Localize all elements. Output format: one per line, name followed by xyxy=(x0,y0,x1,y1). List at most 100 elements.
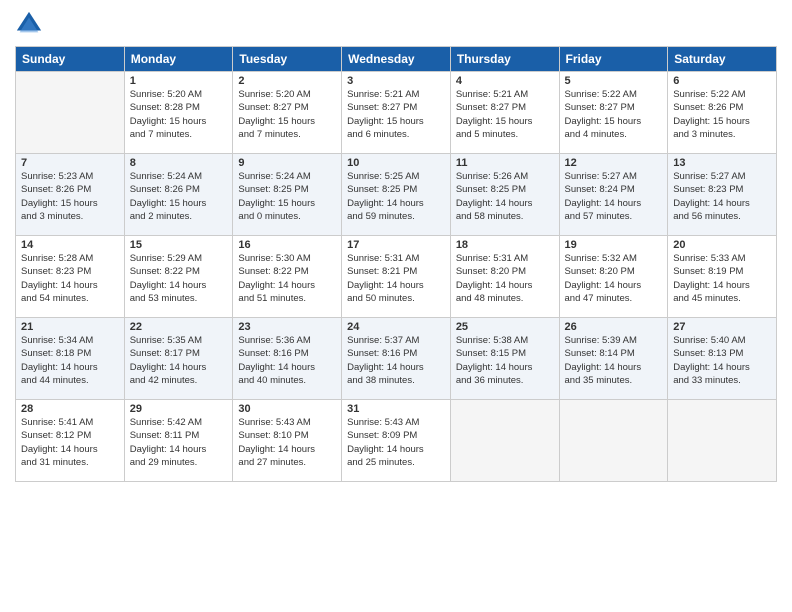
day-info-line: Sunrise: 5:24 AM xyxy=(130,171,202,182)
day-info-line: Sunset: 8:24 PM xyxy=(565,184,635,195)
day-info-line: and 3 minutes. xyxy=(673,129,735,140)
day-number: 13 xyxy=(673,157,771,169)
day-info-line: Daylight: 15 hours xyxy=(673,116,750,127)
day-info-line: and 58 minutes. xyxy=(456,211,524,222)
day-number: 2 xyxy=(238,75,336,87)
day-info-line: and 44 minutes. xyxy=(21,375,89,386)
day-info: Sunrise: 5:31 AMSunset: 8:20 PMDaylight:… xyxy=(456,252,554,305)
calendar-day-cell: 7Sunrise: 5:23 AMSunset: 8:26 PMDaylight… xyxy=(16,154,125,236)
calendar-day-cell: 4Sunrise: 5:21 AMSunset: 8:27 PMDaylight… xyxy=(450,72,559,154)
day-info-line: Daylight: 14 hours xyxy=(347,198,424,209)
day-info-line: Daylight: 15 hours xyxy=(347,116,424,127)
day-info-line: and 35 minutes. xyxy=(565,375,633,386)
day-info: Sunrise: 5:40 AMSunset: 8:13 PMDaylight:… xyxy=(673,334,771,387)
day-info-line: Sunset: 8:16 PM xyxy=(347,348,417,359)
day-info-line: Sunrise: 5:37 AM xyxy=(347,335,419,346)
day-info-line: Sunrise: 5:21 AM xyxy=(456,89,528,100)
day-info-line: Daylight: 14 hours xyxy=(130,280,207,291)
day-info-line: Sunrise: 5:39 AM xyxy=(565,335,637,346)
calendar-day-cell xyxy=(450,400,559,482)
day-number: 24 xyxy=(347,321,445,333)
calendar-day-cell: 30Sunrise: 5:43 AMSunset: 8:10 PMDayligh… xyxy=(233,400,342,482)
day-number: 22 xyxy=(130,321,228,333)
day-info-line: and 59 minutes. xyxy=(347,211,415,222)
day-info: Sunrise: 5:21 AM Sunset: 8:27 PM Daylight:… xyxy=(456,88,554,141)
calendar-day-cell: 23Sunrise: 5:36 AMSunset: 8:16 PMDayligh… xyxy=(233,318,342,400)
day-info: Sunrise: 5:22 AMSunset: 8:27 PMDaylight:… xyxy=(565,88,663,141)
day-number: 17 xyxy=(347,239,445,251)
day-number: 31 xyxy=(347,403,445,415)
day-info-line: Daylight: 14 hours xyxy=(238,444,315,455)
calendar-day-header: Saturday xyxy=(668,47,777,72)
day-number: 23 xyxy=(238,321,336,333)
day-info-line: Daylight: 14 hours xyxy=(347,362,424,373)
calendar-day-cell: 18Sunrise: 5:31 AMSunset: 8:20 PMDayligh… xyxy=(450,236,559,318)
day-number: 11 xyxy=(456,157,554,169)
day-number: 16 xyxy=(238,239,336,251)
day-info-line: Daylight: 15 hours xyxy=(130,198,207,209)
day-info-line: Daylight: 14 hours xyxy=(456,362,533,373)
calendar-day-cell xyxy=(668,400,777,482)
day-info-line: Sunset: 8:25 PM xyxy=(238,184,308,195)
calendar-day-header: Tuesday xyxy=(233,47,342,72)
day-info: Sunrise: 5:27 AMSunset: 8:24 PMDaylight:… xyxy=(565,170,663,223)
day-info-line: Sunrise: 5:24 AM xyxy=(238,171,310,182)
day-info-line: and 29 minutes. xyxy=(130,457,198,468)
page-container: SundayMondayTuesdayWednesdayThursdayFrid… xyxy=(0,0,792,612)
day-number: 8 xyxy=(130,157,228,169)
calendar-day-header: Sunday xyxy=(16,47,125,72)
day-info-line: and 31 minutes. xyxy=(21,457,89,468)
day-number: 1 xyxy=(130,75,228,87)
day-info-line: and 33 minutes. xyxy=(673,375,741,386)
calendar-day-cell: 6Sunrise: 5:22 AMSunset: 8:26 PMDaylight… xyxy=(668,72,777,154)
day-info-line: and 27 minutes. xyxy=(238,457,306,468)
calendar-day-cell xyxy=(16,72,125,154)
calendar-day-cell: 11Sunrise: 5:26 AMSunset: 8:25 PMDayligh… xyxy=(450,154,559,236)
calendar-day-cell: 17Sunrise: 5:31 AMSunset: 8:21 PMDayligh… xyxy=(342,236,451,318)
day-info: Sunrise: 5:43 AMSunset: 8:10 PMDaylight:… xyxy=(238,416,336,469)
day-info-line: Daylight: 14 hours xyxy=(673,198,750,209)
day-info: Sunrise: 5:21 AMSunset: 8:27 PMDaylight:… xyxy=(347,88,445,141)
day-info-line: and 3 minutes. xyxy=(21,211,83,222)
day-info-line: and 51 minutes. xyxy=(238,293,306,304)
day-info: Sunrise: 5:37 AM Sunset: 8:16 PM Daylight:… xyxy=(347,334,445,387)
day-info-line: Sunset: 8:18 PM xyxy=(21,348,91,359)
day-info-line: Sunset: 8:15 PM xyxy=(456,348,526,359)
day-info-line: Daylight: 14 hours xyxy=(673,362,750,373)
day-info-line: Sunset: 8:12 PM xyxy=(21,430,91,441)
day-info-line: Sunset: 8:28 PM xyxy=(130,102,200,113)
day-info: Sunrise: 5:33 AMSunset: 8:19 PMDaylight:… xyxy=(673,252,771,305)
calendar-day-cell: 27Sunrise: 5:40 AMSunset: 8:13 PMDayligh… xyxy=(668,318,777,400)
day-info-line: Sunset: 8:26 PM xyxy=(130,184,200,195)
calendar-day-header: Wednesday xyxy=(342,47,451,72)
day-info: Sunrise: 5:41 AMSunset: 8:12 PMDaylight:… xyxy=(21,416,119,469)
calendar-day-cell: 10Sunrise: 5:25 AMSunset: 8:25 PMDayligh… xyxy=(342,154,451,236)
day-info-line: Sunset: 8:22 PM xyxy=(130,266,200,277)
day-number: 26 xyxy=(565,321,663,333)
calendar-day-cell: 8 Sunrise: 5:24 AM Sunset: 8:26 PM Daylight… xyxy=(124,154,233,236)
day-info-line: Sunrise: 5:31 AM xyxy=(347,253,419,264)
day-number: 19 xyxy=(565,239,663,251)
day-info-line: Daylight: 14 hours xyxy=(565,280,642,291)
day-info-line: Daylight: 15 hours xyxy=(238,198,315,209)
day-info-line: Sunrise: 5:40 AM xyxy=(673,335,745,346)
day-info: Sunrise: 5:31 AMSunset: 8:21 PMDaylight:… xyxy=(347,252,445,305)
day-info-line: Sunrise: 5:27 AM xyxy=(673,171,745,182)
calendar-day-cell: 28Sunrise: 5:41 AMSunset: 8:12 PMDayligh… xyxy=(16,400,125,482)
calendar-day-header: Monday xyxy=(124,47,233,72)
day-info-line: and 0 minutes. xyxy=(238,211,300,222)
day-info-line: Sunset: 8:26 PM xyxy=(673,102,743,113)
calendar-day-header: Friday xyxy=(559,47,668,72)
day-info-line: and 57 minutes. xyxy=(565,211,633,222)
day-info-line: and 50 minutes. xyxy=(347,293,415,304)
day-info-line: Daylight: 15 hours xyxy=(21,198,98,209)
day-info-line: Sunrise: 5:23 AM xyxy=(21,171,93,182)
day-number: 28 xyxy=(21,403,119,415)
day-info: Sunrise: 5:23 AMSunset: 8:26 PMDaylight:… xyxy=(21,170,119,223)
day-info-line: Sunset: 8:27 PM xyxy=(456,102,526,113)
day-number: 3 xyxy=(347,75,445,87)
day-number: 27 xyxy=(673,321,771,333)
day-info-line: Daylight: 15 hours xyxy=(456,116,533,127)
day-info-line: and 48 minutes. xyxy=(456,293,524,304)
day-info: Sunrise: 5:32 AMSunset: 8:20 PMDaylight:… xyxy=(565,252,663,305)
